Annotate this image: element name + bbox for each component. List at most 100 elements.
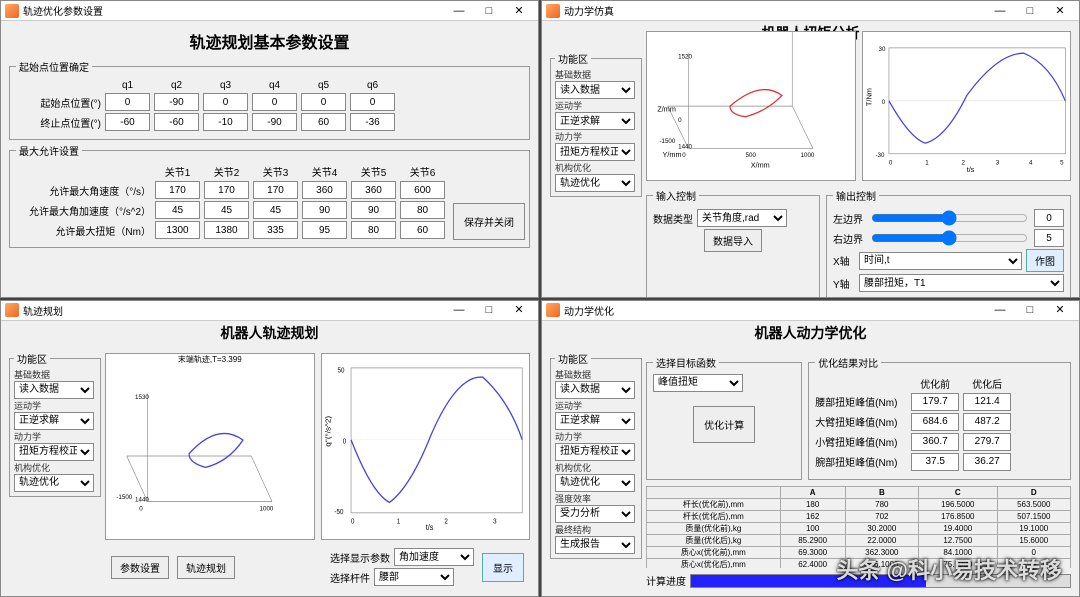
data-type-select[interactable]: 关节角度,rad xyxy=(697,209,787,227)
maxvel-4[interactable] xyxy=(302,181,347,199)
progress-label: 计算进度 xyxy=(646,573,686,588)
func-select-basic[interactable]: 读入数据 xyxy=(555,81,635,99)
max-button[interactable]: □ xyxy=(474,2,504,20)
save-close-button[interactable]: 保存并关闭 xyxy=(453,203,525,240)
right-bound-slider[interactable] xyxy=(871,232,1028,244)
titlebar[interactable]: 轨迹优化参数设置 — □ ✕ xyxy=(1,1,538,21)
end-q2[interactable] xyxy=(154,113,199,131)
maxacc-6[interactable] xyxy=(400,201,445,219)
func-select-report[interactable]: 生成报告 xyxy=(555,536,635,554)
max-button[interactable]: □ xyxy=(474,301,504,319)
func-select-strength[interactable]: 受力分析 xyxy=(555,505,635,523)
func-group-label: 基础数据 xyxy=(14,368,96,381)
func-select-basic[interactable]: 读入数据 xyxy=(555,381,635,399)
func-group-label: 基础数据 xyxy=(555,68,637,81)
svg-text:0: 0 xyxy=(888,159,892,166)
titlebar[interactable]: 动力学仿真 — □ ✕ xyxy=(542,1,1079,21)
show-button[interactable]: 显示 xyxy=(482,553,524,582)
func-select-opt[interactable]: 轨迹优化 xyxy=(555,174,635,192)
result-row-name: 腕部扭矩峰值(Nm) xyxy=(815,454,907,469)
maxacc-5[interactable] xyxy=(351,201,396,219)
func-select-dynamics[interactable]: 扭矩方程校正 xyxy=(14,443,94,461)
torque-2d-plot[interactable]: T/Nm t/s 300-30 012345 xyxy=(862,31,1072,181)
torque-3d-plot[interactable]: Z/mmX/mmY/mm 05001000 -15000 14401520 xyxy=(646,31,856,181)
titlebar[interactable]: 轨迹规划 — □ ✕ xyxy=(1,301,538,321)
import-button[interactable]: 数据导入 xyxy=(704,229,762,252)
svg-text:1000: 1000 xyxy=(801,152,815,159)
y-axis-select[interactable]: 腰部扭矩，T1 xyxy=(859,274,1064,292)
close-button[interactable]: ✕ xyxy=(504,2,534,20)
plot-button[interactable]: 作图 xyxy=(1026,249,1064,272)
min-button[interactable]: — xyxy=(444,301,474,319)
maxtq-4[interactable] xyxy=(302,221,347,239)
bar-select[interactable]: 腰部 xyxy=(374,568,454,586)
maxacc-1[interactable] xyxy=(155,201,200,219)
func-select-opt[interactable]: 轨迹优化 xyxy=(555,474,635,492)
display-param-select[interactable]: 角加速度 xyxy=(394,548,474,566)
left-bound-value[interactable] xyxy=(1034,209,1064,227)
end-q3[interactable] xyxy=(203,113,248,131)
titlebar[interactable]: 动力学优化 — □ ✕ xyxy=(542,301,1079,321)
maxvel-5[interactable] xyxy=(351,181,396,199)
accel-2d-plot[interactable]: q''(°/s^2) t/s 500-50 0123 xyxy=(321,353,531,541)
maxvel-6[interactable] xyxy=(400,181,445,199)
func-select-kinematics[interactable]: 正逆求解 xyxy=(555,112,635,130)
maxacc-4[interactable] xyxy=(302,201,347,219)
matlab-icon xyxy=(546,303,560,317)
traj-plan-button[interactable]: 轨迹规划 xyxy=(177,556,235,579)
start-q4[interactable] xyxy=(252,93,297,111)
window-traj-planning: 轨迹规划 — □ ✕ 机器人轨迹规划 功能区 基础数据读入数据 运动学正逆求解 … xyxy=(0,300,539,597)
svg-text:-1500: -1500 xyxy=(659,138,675,145)
func-select-kinematics[interactable]: 正逆求解 xyxy=(555,412,635,430)
maxtq-2[interactable] xyxy=(204,221,249,239)
func-select-dynamics[interactable]: 扭矩方程校正 xyxy=(555,143,635,161)
end-q6[interactable] xyxy=(350,113,395,131)
start-q5[interactable] xyxy=(301,93,346,111)
right-bound-value[interactable] xyxy=(1034,229,1064,247)
maxtq-5[interactable] xyxy=(351,221,396,239)
maxvel-2[interactable] xyxy=(204,181,249,199)
max-button[interactable]: □ xyxy=(1015,301,1045,319)
maxacc-2[interactable] xyxy=(204,201,249,219)
end-q1[interactable] xyxy=(105,113,150,131)
func-area: 功能区 基础数据读入数据 运动学正逆求解 动力学扭矩方程校正 机构优化轨迹优化 … xyxy=(550,351,642,559)
svg-text:1: 1 xyxy=(396,517,400,524)
start-q1[interactable] xyxy=(105,93,150,111)
maxvel-3[interactable] xyxy=(253,181,298,199)
maxtq-3[interactable] xyxy=(253,221,298,239)
maxtq-6[interactable] xyxy=(400,221,445,239)
start-q6[interactable] xyxy=(350,93,395,111)
func-select-kinematics[interactable]: 正逆求解 xyxy=(14,412,94,430)
x-axis-select[interactable]: 时间,t xyxy=(859,252,1022,270)
traj-3d-plot[interactable]: 末端轨迹,T=3.399 01000 -1500 14401530 xyxy=(105,353,315,541)
maxacc-3[interactable] xyxy=(253,201,298,219)
close-button[interactable]: ✕ xyxy=(1045,301,1075,319)
svg-text:3: 3 xyxy=(995,159,999,166)
end-q4[interactable] xyxy=(252,113,297,131)
svg-text:0: 0 xyxy=(351,517,355,524)
close-button[interactable]: ✕ xyxy=(1045,2,1075,20)
maxtq-1[interactable] xyxy=(155,221,200,239)
col-hdr: q4 xyxy=(252,80,297,91)
svg-text:0: 0 xyxy=(881,99,885,106)
end-q5[interactable] xyxy=(301,113,346,131)
optimize-button[interactable]: 优化计算 xyxy=(693,406,755,443)
start-pos-legend: 起始点位置确定 xyxy=(16,59,92,74)
param-set-button[interactable]: 参数设置 xyxy=(111,556,169,579)
func-select-dynamics[interactable]: 扭矩方程校正 xyxy=(555,443,635,461)
func-select-basic[interactable]: 读入数据 xyxy=(14,381,94,399)
maxvel-1[interactable] xyxy=(155,181,200,199)
func-select-opt[interactable]: 轨迹优化 xyxy=(14,474,94,492)
close-button[interactable]: ✕ xyxy=(504,301,534,319)
min-button[interactable]: — xyxy=(444,2,474,20)
window-traj-params: 轨迹优化参数设置 — □ ✕ 轨迹规划基本参数设置 起始点位置确定 q1 q2 … xyxy=(0,0,539,298)
func-group-label: 机构优化 xyxy=(555,461,637,474)
min-button[interactable]: — xyxy=(985,2,1015,20)
start-q2[interactable] xyxy=(154,93,199,111)
left-bound-slider[interactable] xyxy=(871,212,1028,224)
objective-select[interactable]: 峰值扭矩 xyxy=(653,374,743,392)
min-button[interactable]: — xyxy=(985,301,1015,319)
max-button[interactable]: □ xyxy=(1015,2,1045,20)
optimization-table[interactable]: ABCD杆长(优化前),mm180780196.5000563.5000杆长(优… xyxy=(646,486,1071,569)
start-q3[interactable] xyxy=(203,93,248,111)
